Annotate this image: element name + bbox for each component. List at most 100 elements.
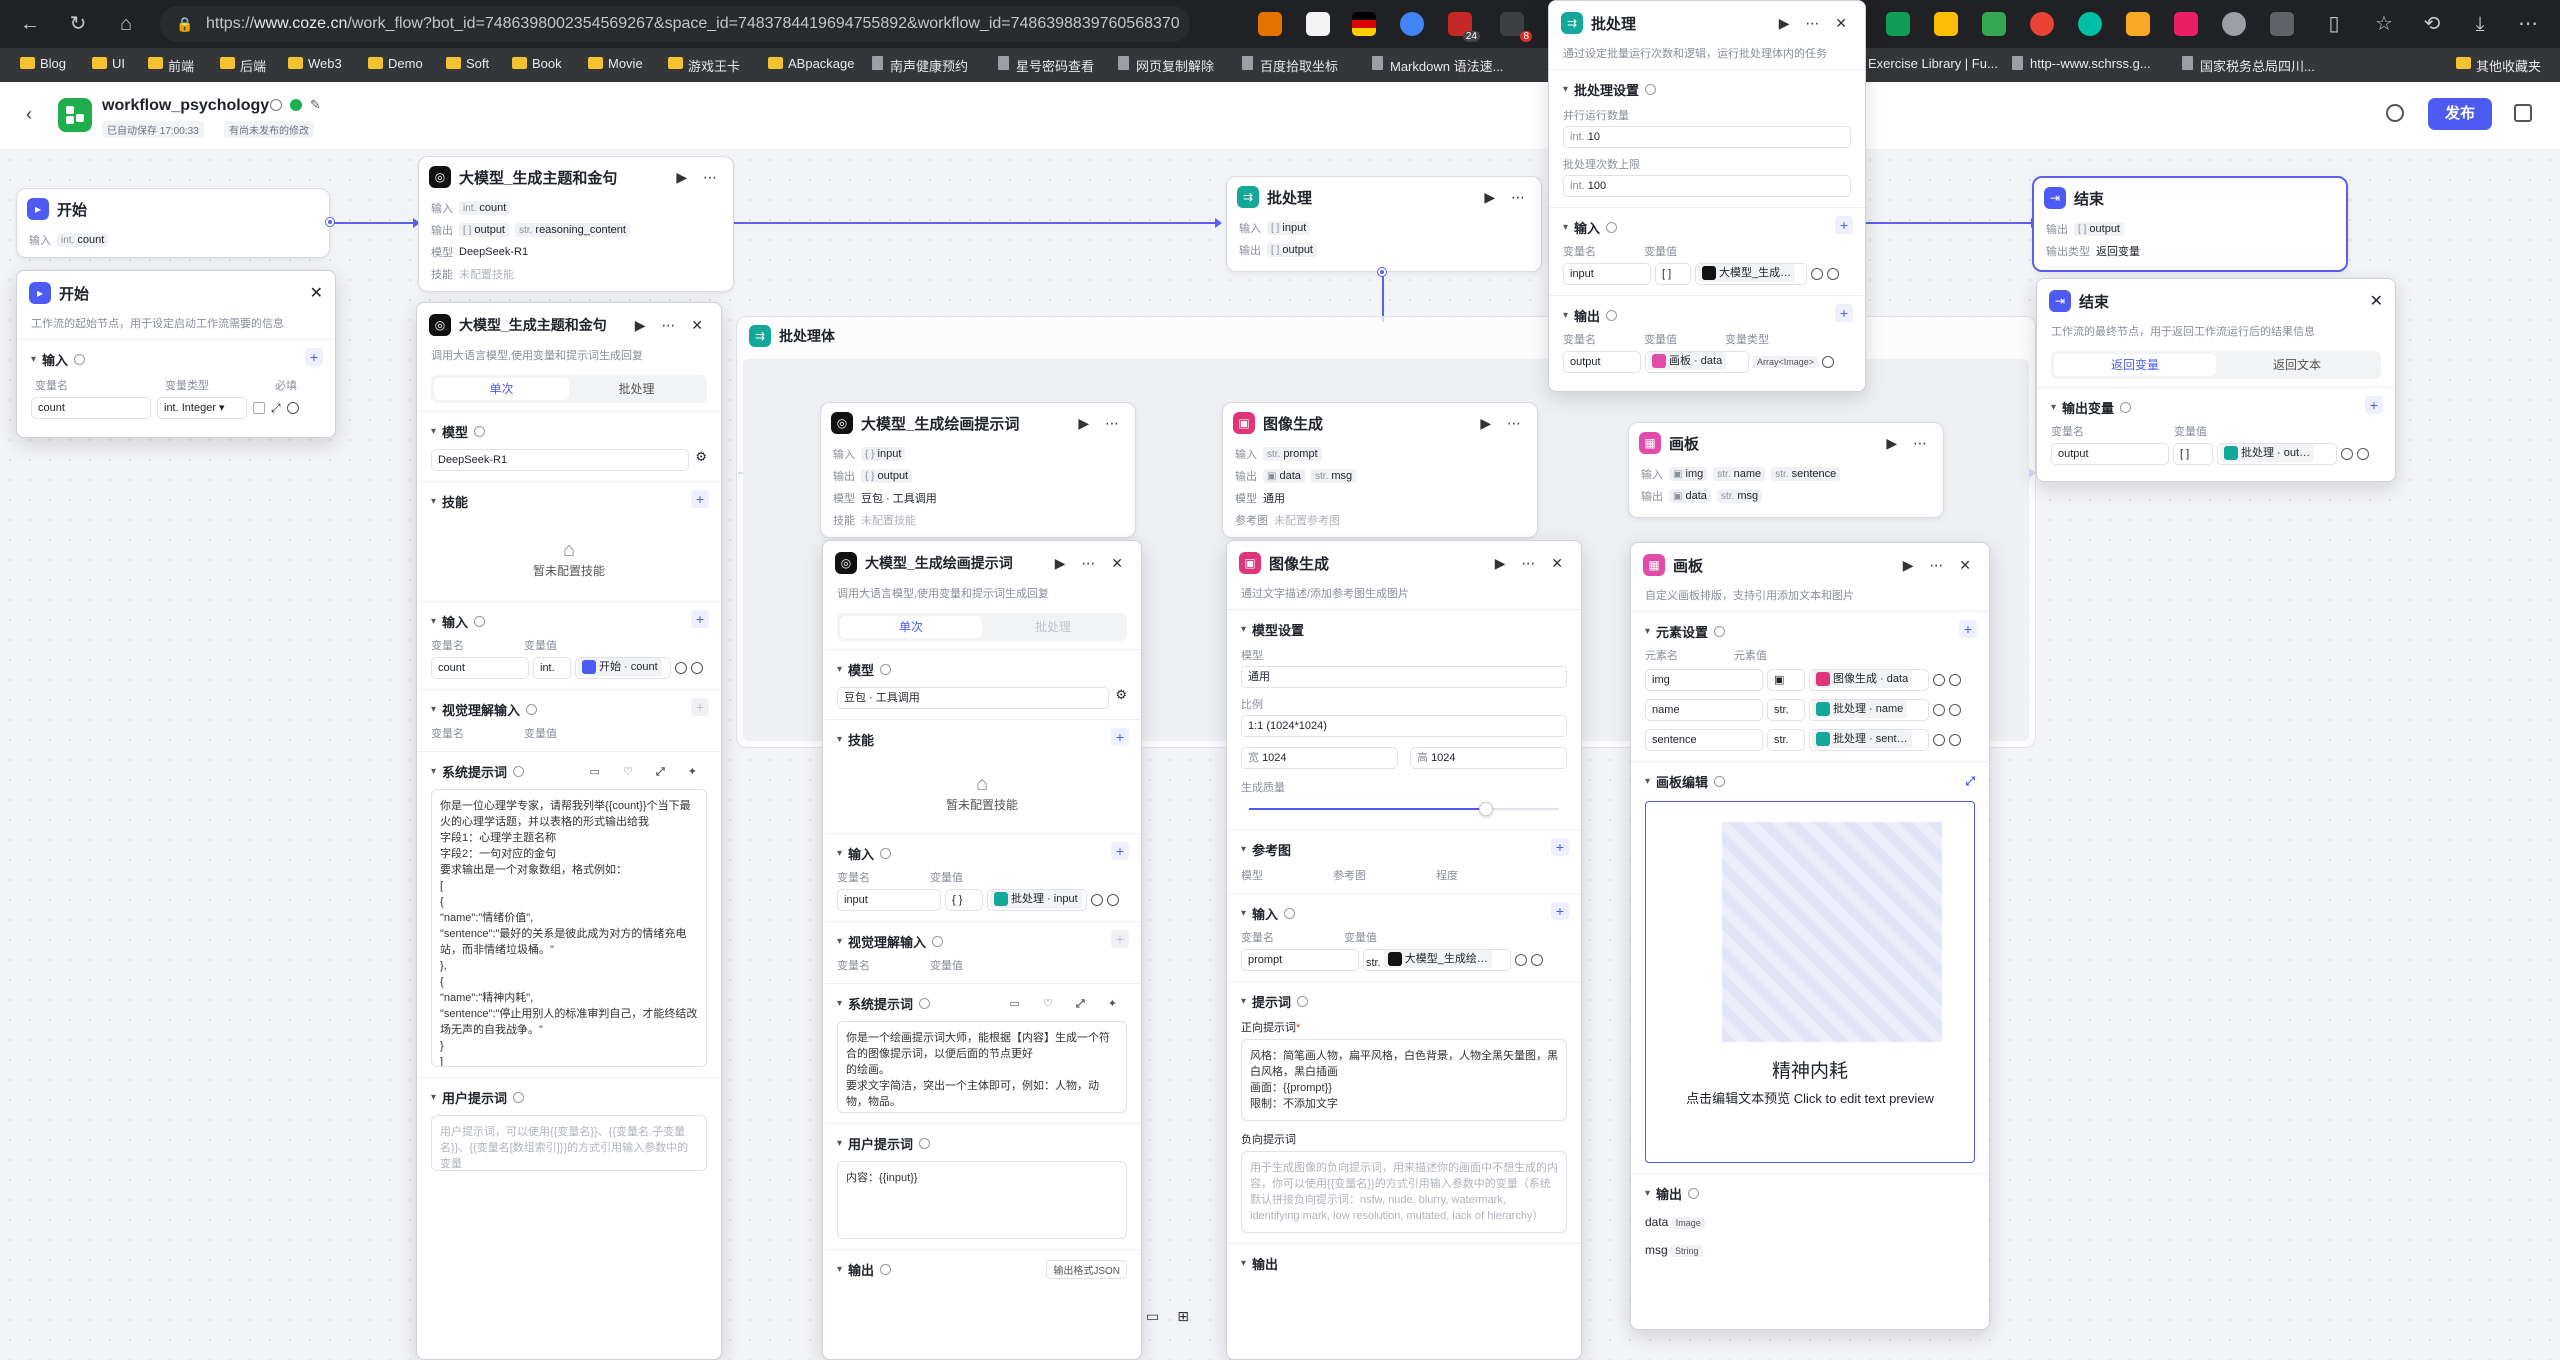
address-bar[interactable]: 🔒 https://www.coze.cn/work_flow?bot_id=7… bbox=[160, 6, 1190, 42]
extension-icon[interactable] bbox=[1934, 12, 1958, 36]
extension-icon[interactable] bbox=[2222, 12, 2246, 36]
node-canvas[interactable]: ▦ 画板 ▶ ⋯ 输入 ▣ img str. name str. sentence 输出 ▣… bbox=[1628, 422, 1944, 518]
expand-icon[interactable]: ⤢ bbox=[1965, 774, 1975, 789]
add-element-button[interactable]: + bbox=[1959, 620, 1977, 638]
remove-icon[interactable] bbox=[2357, 448, 2369, 460]
reload-icon[interactable]: ↻ bbox=[64, 10, 92, 38]
var-type-select[interactable]: int. bbox=[533, 657, 571, 679]
grid-icon[interactable]: ⊞ bbox=[1177, 1308, 1189, 1325]
add-skill-button[interactable]: + bbox=[691, 490, 709, 508]
var-ref-select[interactable]: 开始 · count bbox=[575, 657, 671, 679]
element-ref-select[interactable]: 批处理 · name bbox=[1809, 699, 1929, 721]
bookmark-item[interactable]: Demo bbox=[368, 56, 423, 71]
add-input-button[interactable]: + bbox=[1835, 216, 1853, 234]
height-input[interactable]: 高 1024 bbox=[1410, 747, 1567, 769]
element-type-select[interactable]: str. bbox=[1767, 699, 1805, 721]
node-llm-theme[interactable]: ◎ 大模型_生成主题和金句 ▶ ⋯ 输入 int. count 输出[ ] outpu… bbox=[418, 156, 734, 292]
var-ref-select[interactable]: 批处理 · out… bbox=[2217, 443, 2337, 465]
add-input-button[interactable]: + bbox=[1551, 902, 1569, 920]
var-ref-select[interactable]: str. 大模型_生成绘… bbox=[1363, 949, 1511, 971]
var-type-select[interactable]: [ ] bbox=[1655, 263, 1691, 285]
flag-de-icon[interactable] bbox=[1352, 12, 1376, 36]
quality-slider[interactable] bbox=[1241, 799, 1567, 819]
var-name-input[interactable]: output bbox=[1563, 351, 1641, 373]
remove-icon[interactable] bbox=[1827, 268, 1839, 280]
positive-prompt-textarea[interactable]: 风格：简笔画人物，扁平风格，白色背景，人物全黑矢量图，黑白风格，黑白插画 画面：… bbox=[1241, 1039, 1567, 1121]
var-name-input[interactable]: prompt bbox=[1241, 949, 1359, 971]
prompt-tools[interactable]: ▭ ♡ ⤢ ✦ bbox=[1010, 997, 1127, 1011]
node-controls[interactable]: ▶ ⋯ bbox=[1886, 435, 1933, 452]
bookmark-item[interactable]: Book bbox=[512, 56, 562, 71]
element-ref-select[interactable]: 批处理 · sent… bbox=[1809, 729, 1929, 751]
tab-return-text[interactable]: 返回文本 bbox=[2216, 354, 2378, 376]
panel-controls[interactable]: ▶ ⋯ ✕ bbox=[1495, 555, 1569, 572]
canvas-editor[interactable]: 精神内耗 点击编辑文本预览 Click to edit text preview bbox=[1645, 801, 1975, 1163]
workflow-canvas[interactable]: ⇉ 批处理体 ▸ 开始 输入 int. count ◎ 大模型_生成主题和金句 ▶ ⋯ … bbox=[0, 0, 2560, 1360]
system-prompt-textarea[interactable]: 你是一个绘画提示词大师，能根据【内容】生成一个符合的图像提示词，以便后面的节点更… bbox=[837, 1021, 1127, 1113]
extension-icon[interactable]: 24 bbox=[1448, 12, 1480, 42]
preview-title[interactable]: 精神内耗 bbox=[1646, 1056, 1974, 1083]
back-arrow-icon[interactable]: ‹ bbox=[26, 104, 32, 125]
history-icon[interactable] bbox=[2386, 104, 2404, 122]
max-batch-input[interactable]: int. 100 bbox=[1563, 175, 1851, 197]
add-vision-button[interactable]: + bbox=[691, 698, 709, 716]
comment-icon[interactable]: ▭ bbox=[1146, 1308, 1159, 1325]
home-icon[interactable]: ⌂ bbox=[112, 10, 140, 38]
bookmark-item[interactable]: 百度拾取坐标 bbox=[1240, 56, 1338, 75]
add-vision-button[interactable]: + bbox=[1111, 930, 1129, 948]
user-prompt-textarea[interactable]: 用户提示词，可以使用{{变量名}}、{{变量名.子变量名}}、{{变量名[数组索… bbox=[431, 1115, 707, 1171]
tab-batch[interactable]: 批处理 bbox=[569, 378, 704, 400]
parallel-count-input[interactable]: int. 10 bbox=[1563, 126, 1851, 148]
back-icon[interactable]: ← bbox=[16, 10, 44, 38]
bookmark-item[interactable]: 前端 bbox=[148, 56, 194, 75]
extension-icon[interactable] bbox=[1982, 12, 2006, 36]
info-icon[interactable] bbox=[1091, 894, 1103, 906]
extension-icon[interactable]: 8 bbox=[1500, 12, 1532, 42]
bookmark-item[interactable]: Movie bbox=[588, 56, 643, 71]
bookmark-item[interactable]: Markdown 语法速... bbox=[1370, 56, 1503, 75]
var-type-select[interactable]: int. Integer ▾ bbox=[157, 397, 247, 419]
bookmark-item[interactable]: ABpackage bbox=[768, 56, 855, 71]
download-icon[interactable]: ⤓ bbox=[2466, 10, 2494, 38]
var-name-input[interactable]: count bbox=[31, 397, 151, 419]
bookmark-item[interactable]: 后端 bbox=[220, 56, 266, 75]
extension-icon[interactable] bbox=[1306, 12, 1330, 36]
add-output-button[interactable]: + bbox=[1835, 304, 1853, 322]
ratio-select[interactable]: 1:1 (1024*1024) bbox=[1241, 715, 1567, 737]
edit-icon[interactable]: ✎ bbox=[310, 97, 321, 113]
tab-return-variable[interactable]: 返回变量 bbox=[2054, 354, 2216, 376]
remove-icon[interactable] bbox=[1949, 704, 1961, 716]
split-view-icon[interactable]: ▯ bbox=[2320, 10, 2348, 38]
info-icon[interactable] bbox=[1933, 734, 1945, 746]
node-controls[interactable]: ▶ ⋯ bbox=[676, 169, 723, 186]
remove-icon[interactable] bbox=[286, 402, 299, 414]
tab-single[interactable]: 单次 bbox=[840, 616, 982, 638]
var-name-input[interactable]: input bbox=[837, 889, 941, 911]
tab-single[interactable]: 单次 bbox=[434, 378, 569, 400]
add-skill-button[interactable]: + bbox=[1111, 728, 1129, 746]
node-controls[interactable]: ▶ ⋯ bbox=[1480, 415, 1527, 432]
bookmark-item[interactable]: http--www.schrss.g... bbox=[2010, 56, 2151, 71]
bookmark-item[interactable]: Web3 bbox=[288, 56, 342, 71]
element-ref-select[interactable]: 图像生成 · data bbox=[1809, 669, 1929, 691]
remove-icon[interactable] bbox=[691, 662, 703, 674]
model-select[interactable]: 通用 bbox=[1241, 666, 1567, 688]
batch-body-port[interactable] bbox=[1378, 268, 1386, 276]
var-ref-select[interactable]: 批处理 · input bbox=[987, 889, 1087, 911]
bookmark-item[interactable]: 游戏王卡 bbox=[668, 56, 740, 75]
panel-controls[interactable]: ▶ ⋯ ✕ bbox=[1779, 15, 1853, 32]
info-icon[interactable] bbox=[1515, 954, 1527, 966]
panel-controls[interactable]: ▶ ⋯ ✕ bbox=[635, 317, 709, 334]
model-select[interactable]: 豆包 · 工具调用 bbox=[837, 687, 1110, 709]
negative-prompt-textarea[interactable]: 用于生成图像的负向提示词，用来描述你的画面中不想生成的内容，你可以使用{{变量名… bbox=[1241, 1151, 1567, 1233]
bookmark-item[interactable]: 其他收藏夹 bbox=[2456, 56, 2541, 75]
bookmark-item[interactable]: Soft bbox=[446, 56, 489, 71]
history-icon[interactable]: ⟲ bbox=[2418, 10, 2446, 38]
add-button[interactable]: + bbox=[305, 348, 323, 366]
remove-icon[interactable] bbox=[1949, 734, 1961, 746]
element-name-input[interactable]: img bbox=[1645, 669, 1763, 691]
var-name-input[interactable]: input bbox=[1563, 263, 1651, 285]
element-name-input[interactable]: sentence bbox=[1645, 729, 1763, 751]
remove-icon[interactable] bbox=[1107, 894, 1119, 906]
extension-icon[interactable] bbox=[2078, 12, 2102, 36]
